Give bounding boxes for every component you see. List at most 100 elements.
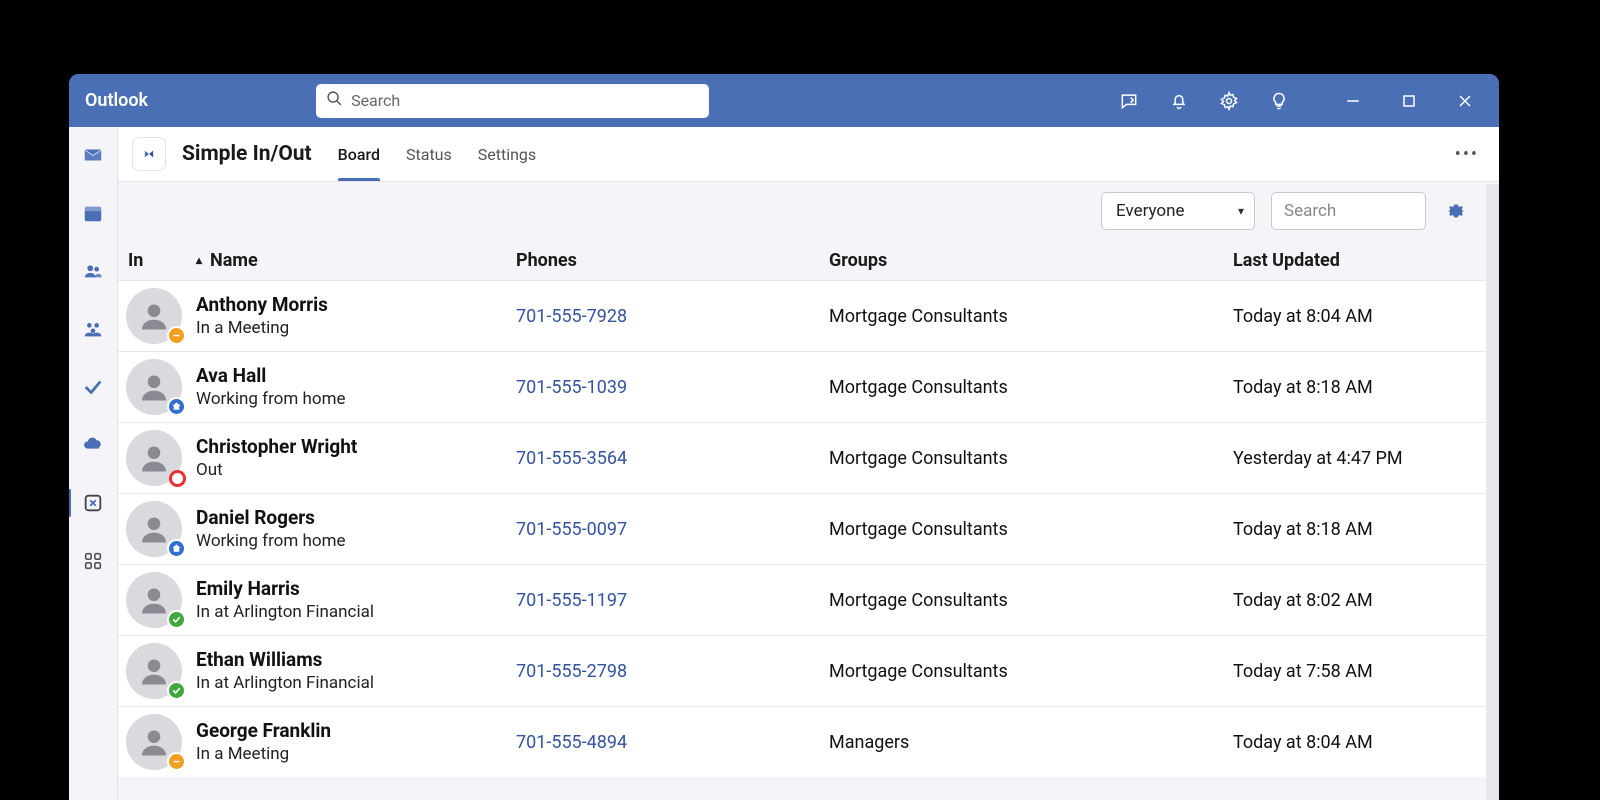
phone-cell: 701-555-3564 [516,448,829,469]
minimize-icon[interactable] [1333,81,1373,121]
name-cell: Anthony MorrisIn a Meeting [196,293,516,339]
calendar-icon[interactable] [77,197,109,229]
group-cell: Mortgage Consultants [829,661,1233,682]
table-row[interactable]: Emily HarrisIn at Arlington Financial701… [118,564,1486,635]
app-logo [132,137,166,171]
table-row[interactable]: Ethan WilliamsIn at Arlington Financial7… [118,635,1486,706]
lightbulb-icon[interactable] [1259,81,1299,121]
person-status: In a Meeting [196,317,516,339]
col-header-groups[interactable]: Groups [829,250,1233,271]
phone-cell: 701-555-1197 [516,590,829,611]
updated-cell: Today at 8:18 AM [1233,377,1486,398]
todo-icon[interactable] [77,371,109,403]
bell-icon[interactable] [1159,81,1199,121]
more-apps-icon[interactable] [77,545,109,577]
person-status: In at Arlington Financial [196,601,516,623]
left-rail [69,127,118,800]
updated-cell: Today at 8:02 AM [1233,590,1486,611]
more-menu[interactable]: ••• [1455,144,1479,165]
status-badge [167,397,186,416]
phone-cell: 701-555-7928 [516,306,829,327]
updated-cell: Today at 8:04 AM [1233,732,1486,753]
col-header-updated[interactable]: Last Updated [1233,250,1486,271]
table-row[interactable]: Anthony MorrisIn a Meeting701-555-7928 Mo… [118,280,1486,351]
close-icon[interactable] [1445,81,1485,121]
status-badge [167,539,186,558]
group-cell: Mortgage Consultants [829,448,1233,469]
group-cell: Mortgage Consultants [829,519,1233,540]
tab-status[interactable]: Status [406,127,452,181]
tab-settings[interactable]: Settings [478,127,536,181]
person-name: Ethan Williams [196,648,516,672]
name-cell: Ethan WilliamsIn at Arlington Financial [196,648,516,694]
phone-link[interactable]: 701-555-4894 [516,732,627,753]
avatar [126,430,196,486]
col-header-phones[interactable]: Phones [516,250,829,271]
avatar [126,643,196,699]
app-header: Simple In/Out Board Status Settings ••• [118,127,1499,182]
table-row[interactable]: George FranklinIn a Meeting701-555-4894 M… [118,706,1486,777]
avatar [126,572,196,628]
table-row[interactable]: Christopher WrightOut701-555-3564 Mortgag… [118,422,1486,493]
window-controls [1333,81,1485,121]
tab-board[interactable]: Board [338,127,380,181]
status-badge [167,681,186,700]
maximize-icon[interactable] [1389,81,1429,121]
outlook-window: Outlook [69,74,1499,800]
updated-cell: Today at 7:58 AM [1233,661,1486,682]
col-header-name[interactable]: ▴ Name [196,250,516,271]
person-status: In a Meeting [196,743,516,765]
status-badge [167,752,186,771]
mail-icon[interactable] [77,139,109,171]
phone-cell: 701-555-4894 [516,732,829,753]
person-name: Anthony Morris [196,293,516,317]
phone-link[interactable]: 701-555-2798 [516,661,627,682]
groups-icon[interactable] [77,313,109,345]
board-search-input[interactable] [1271,192,1426,230]
group-cell: Mortgage Consultants [829,306,1233,327]
group-cell: Mortgage Consultants [829,377,1233,398]
people-icon[interactable] [77,255,109,287]
search-input[interactable] [351,91,699,110]
updated-cell: Today at 8:18 AM [1233,519,1486,540]
name-cell: Emily HarrisIn at Arlington Financial [196,577,516,623]
avatar [126,501,196,557]
table-header: In ▴ Name Phones Groups Last Updated [118,240,1486,280]
board-settings-icon[interactable] [1442,197,1470,225]
group-cell: Managers [829,732,1233,753]
main: Simple In/Out Board Status Settings ••• … [118,127,1499,800]
col-header-in[interactable]: In [126,250,196,271]
phone-link[interactable]: 701-555-3564 [516,448,627,469]
board-table: In ▴ Name Phones Groups Last Updated Ant… [118,240,1486,777]
search-box[interactable] [316,84,709,118]
updated-cell: Today at 8:04 AM [1233,306,1486,327]
phone-link[interactable]: 701-555-1197 [516,590,627,611]
simple-inout-icon[interactable] [77,487,109,519]
name-cell: Ava HallWorking from home [196,364,516,410]
phone-cell: 701-555-1039 [516,377,829,398]
app-name: Simple In/Out [182,142,312,166]
avatar [126,359,196,415]
scrollbar[interactable] [1486,184,1499,800]
search-icon [326,90,343,111]
phone-link[interactable]: 701-555-0097 [516,519,627,540]
settings-gear-icon[interactable] [1209,81,1249,121]
body: Simple In/Out Board Status Settings ••• … [69,127,1499,800]
phone-link[interactable]: 701-555-1039 [516,377,627,398]
person-status: In at Arlington Financial [196,672,516,694]
group-filter-dropdown[interactable]: Everyone ▾ [1101,192,1255,230]
group-cell: Mortgage Consultants [829,590,1233,611]
onedrive-icon[interactable] [77,429,109,461]
table-row[interactable]: Ava HallWorking from home701-555-1039 Mor… [118,351,1486,422]
global-search [316,84,709,118]
table-row[interactable]: Daniel RogersWorking from home701-555-00… [118,493,1486,564]
name-cell: Christopher WrightOut [196,435,516,481]
name-cell: George FranklinIn a Meeting [196,719,516,765]
name-cell: Daniel RogersWorking from home [196,506,516,552]
avatar [126,288,196,344]
person-name: Christopher Wright [196,435,516,459]
chevron-down-icon: ▾ [1238,204,1244,218]
avatar [126,714,196,770]
phone-link[interactable]: 701-555-7928 [516,306,627,327]
chat-icon[interactable] [1109,81,1149,121]
